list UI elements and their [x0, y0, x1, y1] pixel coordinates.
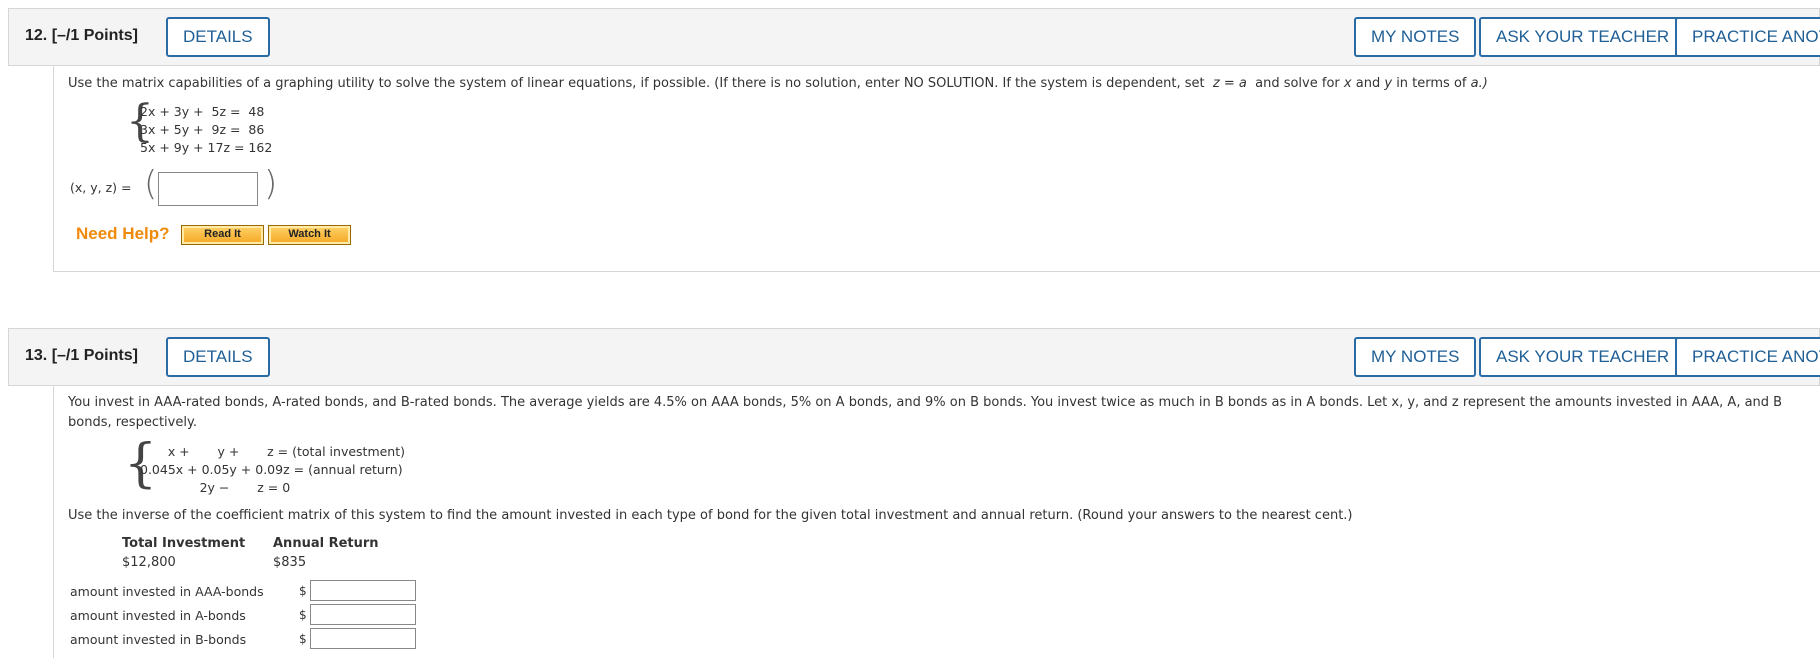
details-button-q13[interactable]: DETAILS	[166, 337, 270, 377]
left-paren: (	[144, 164, 158, 204]
aaa-bonds-input[interactable]	[310, 580, 416, 601]
equation-return: 0.045x + 0.05y + 0.09z = (annual return)	[140, 462, 403, 477]
b-bonds-input[interactable]	[310, 628, 416, 649]
practice-another-button-q13[interactable]: PRACTICE ANOTHER	[1675, 337, 1820, 377]
currency-b: $	[299, 632, 307, 646]
watch-it-button[interactable]: Watch It	[268, 225, 351, 245]
equation-ratio: 2y − z = 0	[140, 480, 291, 495]
question-12-title: 12. [–/1 Points]	[25, 27, 138, 44]
answer-label: (x, y, z) =	[70, 180, 132, 195]
xyz-answer-input[interactable]	[158, 172, 258, 206]
label-aaa-bonds: amount invested in AAA-bonds	[70, 584, 264, 599]
header-annual-return: Annual Return	[273, 536, 379, 551]
a-bonds-input[interactable]	[310, 604, 416, 625]
right-paren: )	[264, 164, 278, 204]
my-notes-button-q12[interactable]: MY NOTES	[1354, 17, 1477, 57]
details-button-q12[interactable]: DETAILS	[166, 17, 270, 57]
currency-a: $	[299, 608, 307, 622]
question-12-prompt: Use the matrix capabilities of a graphin…	[68, 76, 1488, 91]
ask-teacher-button-q12[interactable]: ASK YOUR TEACHER	[1479, 17, 1687, 57]
ask-teacher-button-q13[interactable]: ASK YOUR TEACHER	[1479, 337, 1687, 377]
question-13-prompt-line1: You invest in AAA-rated bonds, A-rated b…	[68, 395, 1783, 410]
question-13-title: 13. [–/1 Points]	[25, 347, 138, 364]
my-notes-button-q13[interactable]: MY NOTES	[1354, 337, 1477, 377]
read-it-button[interactable]: Read It	[181, 225, 264, 245]
equation-1: 2x + 3y + 5z = 48	[140, 104, 265, 119]
question-12-body: Use the matrix capabilities of a graphin…	[53, 66, 1820, 272]
equation-3: 5x + 9y + 17z = 162	[140, 140, 273, 155]
practice-another-button-q12[interactable]: PRACTICE ANOTHER	[1675, 17, 1820, 57]
value-annual-return: $835	[273, 555, 307, 570]
question-12-header: 12. [–/1 Points] DETAILS MY NOTES ASK YO…	[8, 8, 1820, 66]
equation-total: x + y + z = (total investment)	[140, 444, 406, 459]
need-help-label: Need Help?	[76, 224, 170, 243]
value-total-investment: $12,800	[122, 555, 176, 570]
question-13-body: You invest in AAA-rated bonds, A-rated b…	[53, 386, 1820, 658]
question-13-header: 13. [–/1 Points] DETAILS MY NOTES ASK YO…	[8, 328, 1820, 386]
label-b-bonds: amount invested in B-bonds	[70, 632, 247, 647]
equation-2: 3x + 5y + 9z = 86	[140, 122, 265, 137]
question-13-prompt-line2: bonds, respectively.	[68, 415, 197, 430]
currency-aaa: $	[299, 584, 307, 598]
label-a-bonds: amount invested in A-bonds	[70, 608, 246, 623]
header-total-investment: Total Investment	[122, 536, 246, 551]
question-13-instruction: Use the inverse of the coefficient matri…	[68, 508, 1353, 523]
